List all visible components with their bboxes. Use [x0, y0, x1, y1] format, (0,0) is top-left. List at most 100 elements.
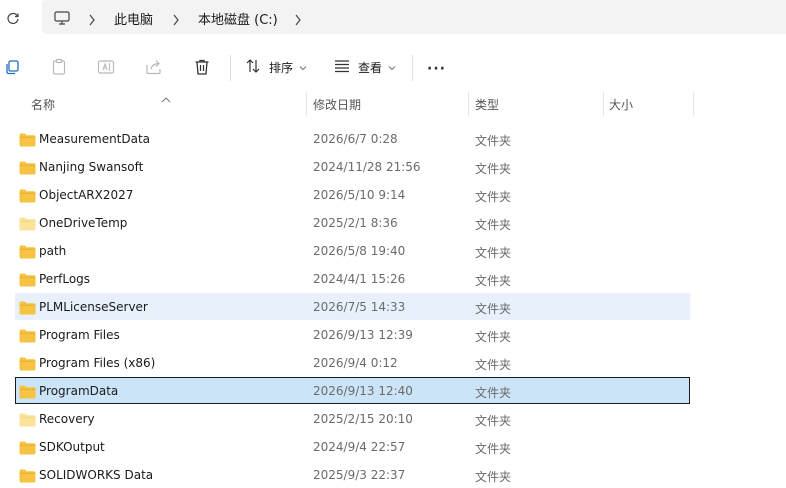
refresh-icon[interactable] — [5, 9, 21, 27]
row-type: 文件夹 — [475, 246, 512, 260]
sort-icon — [245, 58, 261, 77]
rename-icon[interactable] — [96, 57, 116, 77]
table-row[interactable]: Recovery 2025/2/15 20:10 文件夹 — [15, 405, 690, 432]
column-divider[interactable] — [693, 92, 694, 116]
row-name: PLMLicenseServer — [39, 300, 148, 314]
row-type: 文件夹 — [475, 134, 512, 148]
sort-label: 排序 — [269, 60, 294, 75]
folder-icon — [19, 300, 36, 319]
more-options-button[interactable]: ··· — [427, 61, 446, 77]
folder-icon — [19, 412, 36, 431]
chevron-down-icon — [299, 60, 307, 74]
row-name: Program Files (x86) — [39, 356, 156, 370]
table-row[interactable]: Program Files 2026/9/13 12:39 文件夹 — [15, 321, 690, 348]
row-type: 文件夹 — [475, 442, 512, 456]
monitor-icon — [54, 10, 70, 29]
row-date: 2026/9/13 12:39 — [313, 328, 413, 342]
row-date: 2024/4/1 15:26 — [313, 272, 406, 286]
folder-icon — [19, 216, 36, 235]
address-box[interactable]: 此电脑 本地磁盘 (C:) — [42, 0, 786, 34]
folder-icon — [19, 328, 36, 347]
row-type: 文件夹 — [475, 330, 512, 344]
table-row[interactable]: OneDriveTemp 2025/2/1 8:36 文件夹 — [15, 209, 690, 236]
row-date: 2026/6/7 0:28 — [313, 132, 398, 146]
column-date[interactable]: 修改日期 — [313, 96, 361, 113]
folder-icon — [19, 160, 36, 179]
share-icon[interactable] — [144, 57, 164, 77]
folder-icon — [19, 440, 36, 459]
row-type: 文件夹 — [475, 358, 512, 372]
table-row[interactable]: MeasurementData 2026/6/7 0:28 文件夹 — [15, 125, 690, 152]
chevron-down-icon — [388, 60, 396, 74]
folder-icon — [19, 272, 36, 291]
column-divider[interactable] — [306, 92, 307, 116]
sort-button[interactable]: 排序 — [245, 57, 307, 77]
copy-icon[interactable] — [2, 57, 22, 77]
row-date: 2026/9/13 12:40 — [313, 384, 413, 398]
row-type: 文件夹 — [475, 162, 512, 176]
command-bar: 排序 查看 ··· — [0, 45, 786, 89]
partial-row — [0, 118, 786, 124]
paste-icon[interactable] — [49, 57, 69, 77]
chevron-right-icon[interactable] — [172, 11, 180, 30]
toolbar-divider — [412, 55, 413, 81]
row-name: ObjectARX2027 — [39, 188, 134, 202]
row-name: SOLIDWORKS Data — [39, 468, 154, 482]
row-type: 文件夹 — [475, 218, 512, 232]
table-row[interactable]: SDKOutput 2024/9/4 22:57 文件夹 — [15, 433, 690, 460]
view-label: 查看 — [358, 60, 383, 75]
folder-icon — [19, 384, 36, 403]
table-row[interactable]: ObjectARX2027 2026/5/10 9:14 文件夹 — [15, 181, 690, 208]
row-date: 2026/5/8 19:40 — [313, 244, 406, 258]
row-date: 2024/9/4 22:57 — [313, 440, 406, 454]
row-name: OneDriveTemp — [39, 216, 128, 230]
chevron-right-icon[interactable] — [294, 11, 302, 30]
table-row[interactable]: path 2026/5/8 19:40 文件夹 — [15, 237, 690, 264]
row-date: 2025/9/3 22:37 — [313, 468, 406, 482]
column-header: 名称 修改日期 类型 大小 — [0, 90, 786, 118]
address-bar: 此电脑 本地磁盘 (C:) — [0, 0, 786, 36]
row-name: SDKOutput — [39, 440, 105, 454]
chevron-right-icon[interactable] — [88, 11, 96, 30]
row-date: 2025/2/1 8:36 — [313, 216, 398, 230]
row-name: PerfLogs — [39, 272, 91, 286]
row-name: path — [39, 244, 67, 258]
row-type: 文件夹 — [475, 470, 512, 484]
folder-icon — [19, 468, 36, 487]
table-row[interactable]: SOLIDWORKS Data 2025/9/3 22:37 文件夹 — [15, 461, 690, 488]
row-type: 文件夹 — [475, 302, 512, 316]
breadcrumb-local-disk[interactable]: 本地磁盘 (C:) — [198, 9, 278, 28]
table-row[interactable]: PerfLogs 2024/4/1 15:26 文件夹 — [15, 265, 690, 292]
column-divider[interactable] — [603, 92, 604, 116]
row-name: Nanjing Swansoft — [39, 160, 144, 174]
sort-ascending-icon — [161, 88, 171, 107]
row-date: 2024/11/28 21:56 — [313, 160, 421, 174]
folder-icon — [19, 356, 36, 375]
row-name: Recovery — [39, 412, 95, 426]
row-name: Program Files — [39, 328, 120, 342]
view-button[interactable]: 查看 — [334, 57, 396, 77]
row-type: 文件夹 — [475, 190, 512, 204]
toolbar-divider — [230, 55, 231, 81]
table-row[interactable]: PLMLicenseServer 2026/7/5 14:33 文件夹 — [15, 293, 690, 320]
column-divider[interactable] — [468, 92, 469, 116]
row-date: 2025/2/15 20:10 — [313, 412, 413, 426]
table-row[interactable]: Nanjing Swansoft 2024/11/28 21:56 文件夹 — [15, 153, 690, 180]
folder-icon — [19, 244, 36, 263]
row-type: 文件夹 — [475, 386, 512, 400]
row-type: 文件夹 — [475, 274, 512, 288]
column-type[interactable]: 类型 — [475, 96, 499, 113]
breadcrumb-this-pc[interactable]: 此电脑 — [114, 9, 153, 28]
view-icon — [334, 59, 350, 76]
column-size[interactable]: 大小 — [609, 96, 633, 113]
folder-icon — [19, 132, 36, 151]
folder-icon — [19, 188, 36, 207]
row-name: MeasurementData — [39, 132, 151, 146]
row-date: 2026/9/4 0:12 — [313, 356, 398, 370]
column-name[interactable]: 名称 — [31, 96, 55, 113]
row-date: 2026/5/10 9:14 — [313, 188, 406, 202]
table-row[interactable]: ProgramData 2026/9/13 12:40 文件夹 — [15, 377, 690, 404]
table-row[interactable]: Program Files (x86) 2026/9/4 0:12 文件夹 — [15, 349, 690, 376]
delete-icon[interactable] — [192, 57, 212, 77]
row-type: 文件夹 — [475, 414, 512, 428]
